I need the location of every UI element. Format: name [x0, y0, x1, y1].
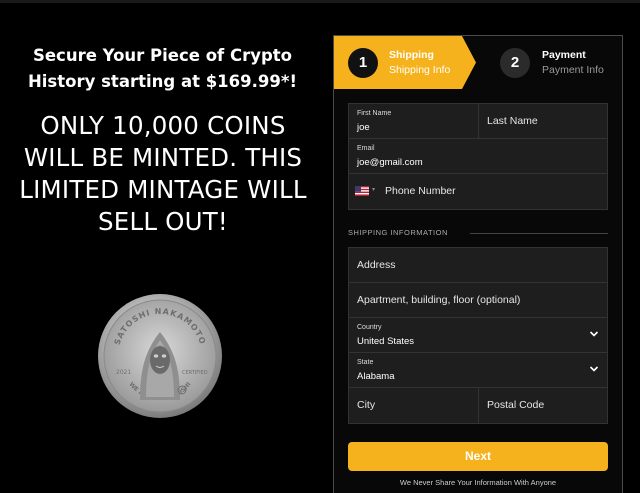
chevron-down-icon	[589, 331, 599, 337]
phone-field[interactable]: Phone Number	[377, 174, 607, 209]
step-2-subtitle: Payment Info	[542, 64, 604, 76]
postal-code-field[interactable]: Postal Code	[479, 388, 607, 423]
mintage-line-3: LIMITED MINTAGE WILL	[19, 175, 307, 204]
checkout-steps: 1 Shipping Shipping Info 2 Payment Payme…	[334, 36, 622, 89]
privacy-note: We Never Share Your Information With Any…	[399, 478, 557, 487]
phone-row: ▾ Phone Number	[349, 174, 607, 209]
section-title: SHIPPING INFORMATION	[348, 228, 448, 237]
step-1-title: Shipping	[389, 49, 434, 61]
first-name-field[interactable]: First Name joe	[349, 104, 479, 139]
headline-line-2: History starting at $169.99*!	[27, 72, 298, 91]
address-field[interactable]: Address	[349, 248, 607, 283]
country-select[interactable]: Country United States	[349, 318, 607, 353]
apartment-field[interactable]: Apartment, building, floor (optional)	[349, 283, 607, 318]
caret-down-icon: ▾	[372, 187, 376, 193]
state-label: State	[357, 359, 374, 366]
first-name-label: First Name	[357, 110, 392, 117]
step-2-number[interactable]: 2	[500, 48, 530, 78]
mintage-line-2: WILL BE MINTED. THIS	[23, 143, 303, 172]
step-1-subtitle: Shipping Info	[389, 64, 451, 76]
address-row: Address	[349, 248, 607, 283]
apartment-placeholder: Apartment, building, floor (optional)	[357, 294, 521, 306]
chevron-down-icon	[589, 366, 599, 372]
email-value[interactable]: joe@gmail.com	[357, 157, 423, 168]
headline-line-1: Secure Your Piece of Crypto	[32, 46, 293, 65]
next-button[interactable]: Next	[348, 442, 608, 471]
hero-headline: Secure Your Piece of Crypto History star…	[10, 43, 315, 95]
city-field[interactable]: City	[349, 388, 479, 423]
email-label: Email	[357, 145, 375, 152]
section-divider	[470, 233, 608, 234]
contact-fields: First Name joe Last Name Email joe@gmail…	[348, 103, 608, 210]
address-placeholder: Address	[357, 259, 396, 271]
mintage-notice: ONLY 10,000 COINS WILL BE MINTED. THIS L…	[8, 110, 318, 238]
state-value: Alabama	[357, 371, 395, 382]
hero-section: Secure Your Piece of Crypto History star…	[0, 0, 325, 493]
name-row: First Name joe Last Name	[349, 104, 607, 139]
shipping-section-header: SHIPPING INFORMATION	[348, 227, 608, 241]
email-row: Email joe@gmail.com	[349, 139, 607, 174]
mintage-line-1: ONLY 10,000 COINS	[40, 111, 286, 140]
last-name-placeholder: Last Name	[487, 115, 538, 127]
step-1-number: 1	[348, 48, 378, 78]
state-row: State Alabama	[349, 353, 607, 388]
us-flag-icon	[355, 186, 369, 196]
email-field[interactable]: Email joe@gmail.com	[349, 139, 607, 174]
coin-image: SATOSHI NAKAMOTO WE ARE ALL SATOSHI 2021…	[98, 294, 222, 418]
shipping-fields: Address Apartment, building, floor (opti…	[348, 247, 608, 424]
first-name-value[interactable]: joe	[357, 122, 370, 133]
postal-code-placeholder: Postal Code	[487, 399, 545, 411]
apartment-row: Apartment, building, floor (optional)	[349, 283, 607, 318]
step-2-title[interactable]: Payment	[542, 49, 586, 61]
svg-text:CERTIFIED: CERTIFIED	[182, 370, 208, 376]
country-row: Country United States	[349, 318, 607, 353]
svg-text:2021: 2021	[116, 369, 131, 376]
checkout-panel: 1 Shipping Shipping Info 2 Payment Payme…	[333, 35, 623, 493]
country-code-selector[interactable]: ▾	[349, 174, 379, 209]
phone-placeholder: Phone Number	[385, 185, 456, 197]
mintage-line-4: SELL OUT!	[98, 207, 228, 236]
city-placeholder: City	[357, 399, 376, 411]
state-select[interactable]: State Alabama	[349, 353, 607, 388]
city-postal-row: City Postal Code	[349, 388, 607, 423]
last-name-field[interactable]: Last Name	[479, 104, 607, 139]
country-label: Country	[357, 324, 382, 331]
country-value: United States	[357, 336, 415, 347]
